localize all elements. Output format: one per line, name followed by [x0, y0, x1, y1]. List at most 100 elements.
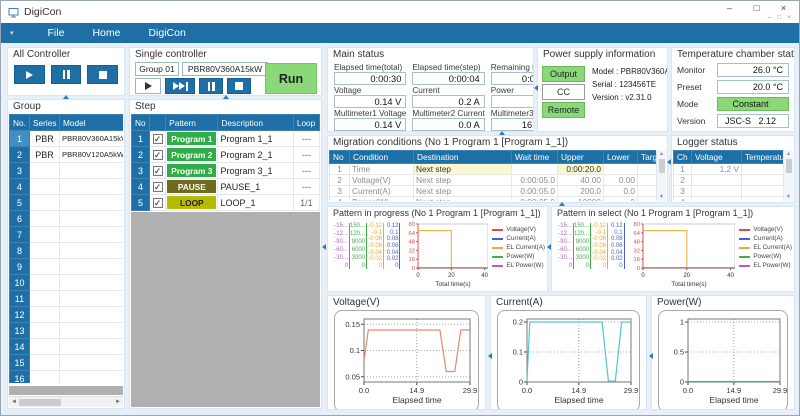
remote-button[interactable]: Remote	[542, 102, 585, 118]
splitter-left-icon[interactable]	[664, 159, 671, 165]
single-pause-button[interactable]	[199, 78, 223, 94]
logger-row[interactable]: 3	[674, 186, 784, 197]
splitter-left-icon[interactable]	[646, 353, 653, 359]
row-number: 5	[132, 195, 150, 211]
scroll-thumb[interactable]	[19, 399, 61, 406]
horizontal-scrollbar[interactable]: ◄ ►	[9, 396, 123, 407]
scroll-up-icon[interactable]: ▲	[659, 151, 664, 157]
status-field: 0:00:17	[491, 72, 534, 85]
single-play-button[interactable]	[135, 78, 161, 94]
column-header: Voltage	[692, 151, 742, 164]
group-row[interactable]: 13	[10, 323, 124, 339]
step-checkbox[interactable]: ✓	[153, 150, 163, 160]
run-button[interactable]: Run	[265, 63, 317, 94]
splitter-up-icon[interactable]	[559, 199, 565, 206]
scroll-thumb[interactable]	[786, 159, 792, 173]
mini-minimize-icon[interactable]: –	[768, 14, 772, 21]
logger-row[interactable]: 4	[674, 197, 784, 202]
splitter-up-icon[interactable]	[223, 92, 229, 99]
axis-el-power-w-: -15...-12...-90...-60...-30...0	[335, 223, 350, 269]
menu-digicon[interactable]: DigiCon	[148, 27, 185, 39]
group-row[interactable]: 14	[10, 339, 124, 355]
group-row[interactable]: 15	[10, 355, 124, 371]
splitter-up-icon[interactable]	[63, 92, 69, 99]
column-header: Ch	[674, 151, 692, 164]
all-stop-button[interactable]	[87, 65, 118, 84]
logger-row[interactable]: 2	[674, 175, 784, 186]
status-label: Voltage	[334, 86, 406, 95]
group-row[interactable]: 5	[10, 195, 124, 211]
step-checkbox[interactable]: ✓	[153, 182, 163, 192]
all-controller-buttons	[8, 61, 124, 88]
group-row[interactable]: 12	[10, 307, 124, 323]
splitter-up-icon[interactable]	[499, 128, 505, 135]
vertical-scrollbar[interactable]: ▲ ▼	[656, 150, 666, 201]
logger-row[interactable]: 11.2 V	[674, 164, 784, 175]
minimize-button[interactable]: –	[716, 2, 743, 15]
status-cell: Elapsed time(total)0:00:30	[334, 63, 406, 85]
scroll-down-icon[interactable]: ▼	[659, 194, 664, 200]
menu-home[interactable]: Home	[92, 27, 120, 39]
svg-text:0.1: 0.1	[350, 346, 360, 355]
scroll-up-icon[interactable]: ▲	[786, 151, 791, 157]
step-checkbox[interactable]: ✓	[153, 198, 163, 208]
group-row[interactable]: 16	[10, 371, 124, 384]
menu-file[interactable]: File	[48, 27, 65, 39]
scroll-right-icon[interactable]: ►	[113, 399, 123, 405]
preset-field: 20.0 °C	[717, 80, 789, 94]
legend-item: EL Current(A)	[739, 243, 792, 252]
migration-row[interactable]: 4Power(W)Next step0:00:05.0100000	[330, 197, 657, 202]
migration-row[interactable]: 1TimeNext step0:00:20.0	[330, 164, 657, 175]
pattern-badge: Program 1	[167, 132, 216, 145]
mini-restore-icon[interactable]: □	[777, 14, 781, 21]
row-number: 3	[132, 163, 150, 179]
group-row[interactable]: 9	[10, 259, 124, 275]
group-row[interactable]: 1PBRPBR80V360A15kW	[10, 131, 124, 147]
group-row[interactable]: 11	[10, 291, 124, 307]
scroll-down-icon[interactable]: ▼	[786, 194, 791, 200]
group-row[interactable]: 8	[10, 243, 124, 259]
group-row[interactable]: 6	[10, 211, 124, 227]
panel-title: Group	[8, 100, 124, 113]
step-row[interactable]: 2✓Program 2Program 2_1---	[132, 147, 320, 163]
splitter-left-icon[interactable]	[485, 353, 492, 359]
group-select-field[interactable]: Group 01	[135, 62, 179, 76]
single-stop-button[interactable]	[227, 78, 251, 94]
step-row[interactable]: 3✓Program 3Program 3_1---	[132, 163, 320, 179]
scroll-left-icon[interactable]: ◄	[9, 399, 19, 405]
group-row[interactable]: 10	[10, 275, 124, 291]
mini-close-icon[interactable]: ×	[787, 14, 791, 21]
step-checkbox[interactable]: ✓	[153, 134, 163, 144]
stop-icon	[235, 82, 243, 90]
cc-button[interactable]: CC	[542, 84, 585, 100]
output-button[interactable]: Output	[542, 66, 585, 82]
status-label: Multimeter2 Current	[412, 109, 484, 118]
model-field[interactable]: PBR80V360A15kW	[182, 62, 268, 76]
group-row[interactable]: 7	[10, 227, 124, 243]
axis-current-a-: 0.120.10.080.060.040.020	[386, 223, 400, 269]
vertical-scrollbar[interactable]: ▲ ▼	[783, 150, 793, 201]
svg-text:29.9: 29.9	[773, 386, 787, 395]
splitter-left-icon[interactable]	[319, 244, 326, 250]
migration-row[interactable]: 2Voltage(V)Next step0:00:05.040.000.00	[330, 175, 657, 186]
step-row[interactable]: 4✓PAUSEPAUSE_1---	[132, 179, 320, 195]
status-label: Elapsed time(step)	[412, 63, 484, 72]
legend-label: Power(W)	[753, 253, 781, 260]
migration-row[interactable]: 3Current(A)Next step0:00:05.0200.00.0	[330, 186, 657, 197]
splitter-left-icon[interactable]	[531, 85, 538, 91]
cell: 3	[330, 186, 350, 197]
step-checkbox[interactable]: ✓	[153, 166, 163, 176]
splitter-left-icon[interactable]	[544, 244, 551, 250]
group-row[interactable]: 3	[10, 163, 124, 179]
all-play-button[interactable]	[14, 65, 45, 84]
legend-swatch	[739, 256, 750, 258]
legend-label: Current(A)	[753, 235, 782, 242]
group-row[interactable]: 2PBRPBR80V120A5kW	[10, 147, 124, 163]
step-row[interactable]: 5✓LOOPLOOP_11/1	[132, 195, 320, 211]
single-skip-button[interactable]	[165, 78, 195, 94]
group-row[interactable]: 4	[10, 179, 124, 195]
step-row[interactable]: 1✓Program 1Program 1_1---	[132, 131, 320, 147]
panel-title: Pattern in select (No 1 Program 1 [Progr…	[552, 207, 794, 220]
all-pause-button[interactable]	[51, 65, 82, 84]
maximize-button[interactable]: □	[743, 2, 770, 15]
